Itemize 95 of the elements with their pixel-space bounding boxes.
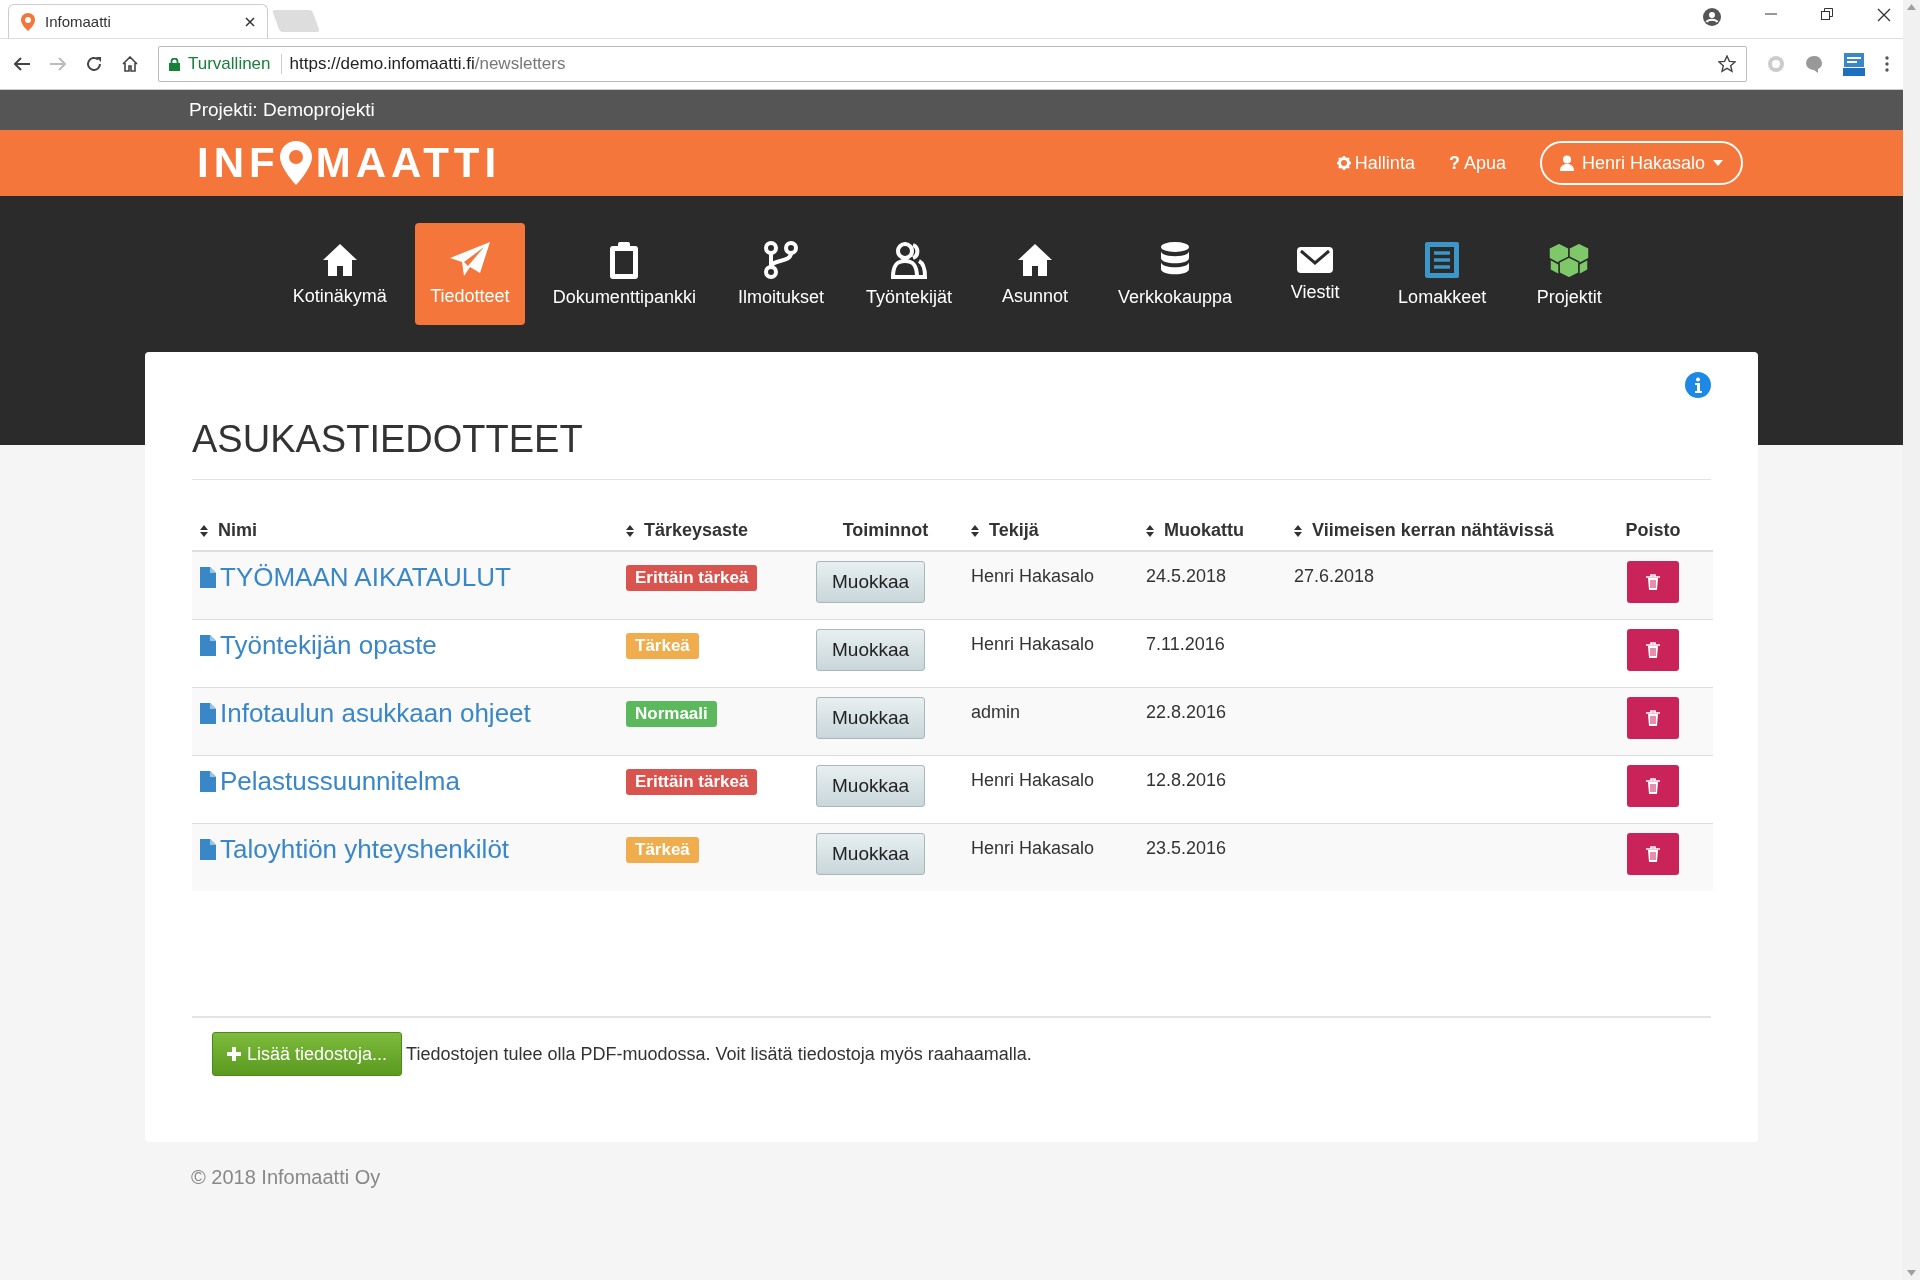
author-text: admin (971, 701, 1021, 722)
close-icon[interactable] (245, 16, 255, 27)
home-icon (321, 241, 358, 278)
settings-icon (1336, 156, 1351, 170)
extension-icon[interactable] (1843, 52, 1865, 76)
sort-icon (626, 524, 634, 537)
author-text: Henri Hakasalo (971, 837, 1095, 858)
document-icon (200, 702, 216, 724)
pin-icon (279, 141, 312, 185)
delete-button[interactable] (1627, 560, 1679, 603)
sort-icon (1146, 524, 1154, 537)
importance-badge: Normaali (626, 700, 717, 727)
column-header[interactable]: Muokattu (1146, 520, 1244, 541)
nav-tab[interactable]: Viestit (1260, 223, 1371, 325)
nav-tab[interactable]: Ilmoitukset (723, 223, 838, 325)
lock-icon (169, 57, 180, 71)
address-field[interactable]: Turvallinen https://demo.infomaatti.fi/newsletters (158, 46, 1747, 82)
date-text: 7.11.2016 (1146, 633, 1225, 654)
list-icon (1424, 240, 1461, 279)
pin-icon (21, 12, 35, 31)
column-header[interactable]: Tekijä (971, 520, 1039, 541)
profile-icon[interactable] (1703, 8, 1721, 26)
edit-button[interactable]: Muokkaa (816, 628, 926, 671)
document-link[interactable]: Työntekijän opaste (200, 629, 437, 661)
nav-tab[interactable]: Verkkokauppa (1104, 223, 1247, 325)
delete-button[interactable] (1627, 696, 1679, 739)
nav-tab[interactable]: Lomakkeet (1384, 223, 1501, 325)
document-icon (200, 770, 216, 792)
help-icon: ? (1448, 152, 1460, 174)
home-icon (1017, 241, 1053, 278)
column-header[interactable]: Tärkeysaste (626, 520, 749, 541)
author-text: Henri Hakasalo (971, 633, 1095, 654)
date-text: 27.6.2018 (1294, 565, 1375, 586)
importance-badge: Erittäin tärkeä (626, 768, 758, 795)
trash-icon (1646, 641, 1660, 658)
nav-tab[interactable]: Asunnot (980, 223, 1090, 325)
envelope-icon (1296, 245, 1335, 274)
column-header: Poisto (1625, 520, 1681, 542)
star-icon[interactable] (1718, 55, 1736, 73)
trash-icon (1646, 709, 1660, 726)
footer-text: © 2018 Infomaatti Oy (191, 1165, 382, 1189)
security-label: Turvallinen (188, 54, 282, 74)
clipboard-icon (608, 240, 641, 279)
date-text: 24.5.2018 (1146, 565, 1227, 586)
sort-icon (971, 524, 979, 537)
caret-icon (1713, 160, 1723, 166)
info-icon[interactable] (1685, 372, 1711, 398)
branch-icon (763, 240, 798, 279)
people-icon (891, 240, 927, 279)
home-icon[interactable] (122, 56, 138, 72)
delete-button[interactable] (1627, 764, 1679, 807)
back-icon[interactable] (14, 57, 30, 71)
delete-button[interactable] (1627, 832, 1679, 875)
paper-plane-icon (449, 241, 490, 278)
trash-icon (1646, 777, 1660, 794)
date-text: 12.8.2016 (1146, 769, 1227, 790)
column-header[interactable]: Viimeisen kerran nähtävissä (1294, 520, 1554, 541)
project-label: Projekti: Demoprojekti (189, 99, 375, 121)
page-title: ASUKASTIEDOTTEET (192, 418, 1711, 480)
edit-button[interactable]: Muokkaa (816, 696, 926, 739)
sort-icon (1294, 524, 1302, 537)
author-text: Henri Hakasalo (971, 565, 1095, 586)
importance-badge: Tärkeä (626, 836, 699, 863)
delete-button[interactable] (1627, 628, 1679, 671)
document-icon (200, 634, 216, 656)
date-text: 22.8.2016 (1146, 701, 1227, 722)
document-icon (200, 838, 216, 860)
importance-badge: Tärkeä (626, 632, 699, 659)
nav-tab[interactable]: Työntekijät (851, 223, 966, 325)
nav-tab[interactable]: Kotinäkymä (278, 223, 401, 325)
hint-text: Tiedostojen tulee olla PDF-muodossa. Voit lisätä tiedostoja myös raahaamalla. (406, 1043, 1032, 1066)
nav-tab[interactable]: Projektit (1514, 223, 1625, 325)
trash-icon (1646, 573, 1660, 590)
restore-icon[interactable] (1821, 8, 1833, 20)
date-text: 23.5.2016 (1146, 837, 1227, 858)
close-icon[interactable] (1877, 8, 1891, 22)
trash-icon (1646, 845, 1660, 862)
document-icon (200, 566, 216, 588)
nav-tab[interactable]: Dokumenttipankki (538, 223, 710, 325)
edit-button[interactable]: Muokkaa (816, 560, 926, 603)
document-link[interactable]: Pelastussuunnitelma (200, 765, 460, 797)
plus-icon (227, 1047, 241, 1061)
reload-icon[interactable] (86, 56, 102, 72)
chat-bubble-icon[interactable] (1805, 55, 1823, 73)
user-icon (1559, 155, 1574, 171)
menu-icon[interactable] (1885, 56, 1889, 72)
url-text: https://demo.infomaatti.fi/newsletters (289, 54, 566, 74)
column-header: Toiminnot (842, 520, 929, 542)
sort-icon (200, 524, 208, 537)
author-text: Henri Hakasalo (971, 769, 1095, 790)
edit-button[interactable]: Muokkaa (816, 832, 926, 875)
importance-badge: Erittäin tärkeä (626, 564, 758, 591)
edit-button[interactable]: Muokkaa (816, 764, 926, 807)
column-header[interactable]: Nimi (200, 520, 257, 541)
browser-tab[interactable]: Infomaatti (8, 4, 268, 38)
